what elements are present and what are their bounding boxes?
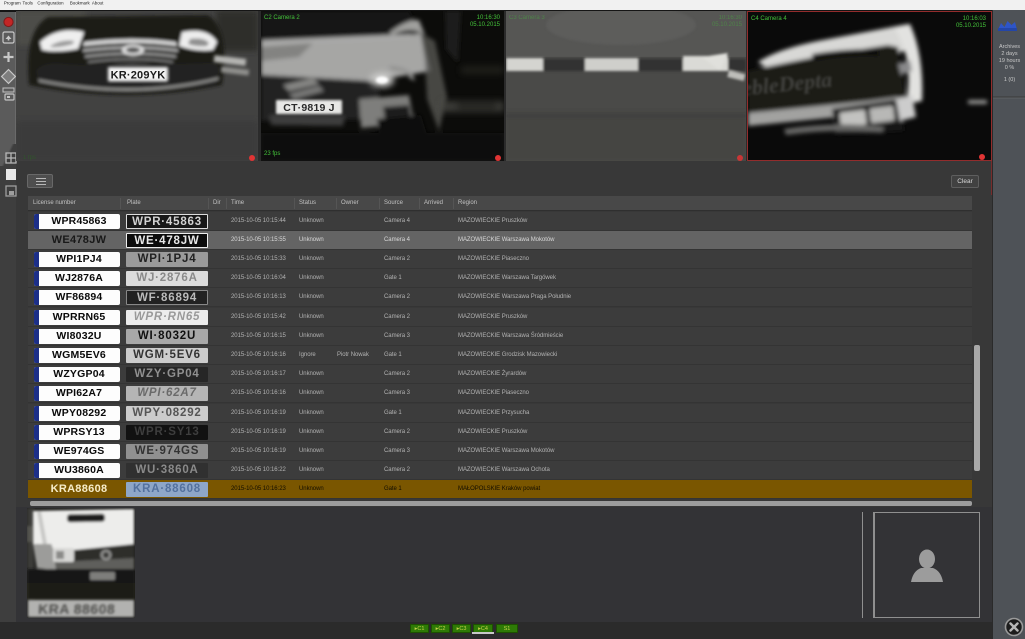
svg-text:1 fps: 1 fps bbox=[23, 155, 36, 161]
svg-text:KRA 88608: KRA 88608 bbox=[38, 601, 116, 617]
svg-text:CT·9819 J: CT·9819 J bbox=[283, 102, 334, 114]
svg-text:KR·209YK: KR·209YK bbox=[111, 70, 166, 82]
